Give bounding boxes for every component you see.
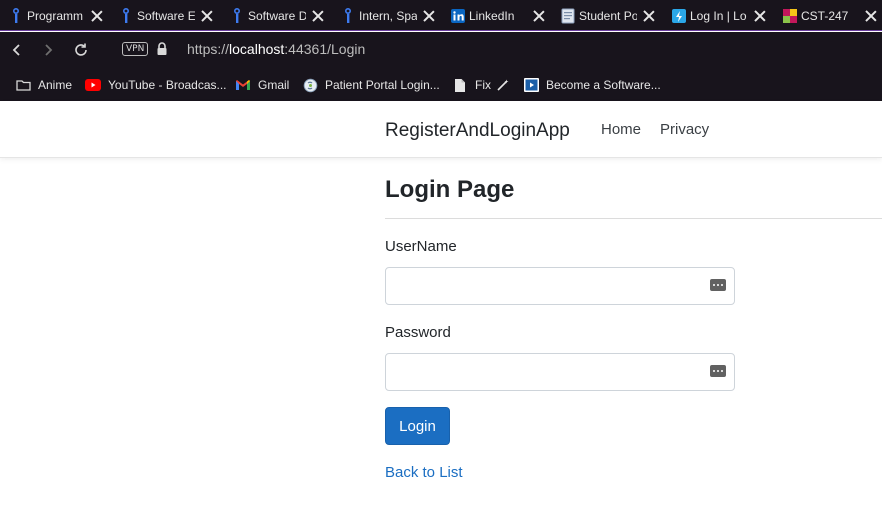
info-i-icon	[119, 7, 133, 24]
brand-link[interactable]: RegisterAndLoginApp	[385, 120, 570, 142]
info-i-icon	[341, 7, 355, 24]
close-icon[interactable]	[201, 10, 213, 22]
back-to-list-link[interactable]: Back to List	[385, 464, 463, 481]
forward-button[interactable]	[38, 40, 58, 60]
back-button[interactable]	[7, 40, 27, 60]
youtube-icon	[85, 78, 101, 92]
password-manager-icon[interactable]	[710, 279, 726, 291]
folder-icon	[15, 78, 31, 92]
bookmark-fix[interactable]: Fix	[452, 76, 509, 94]
password-label: Password	[385, 324, 451, 341]
tab-strip: Programm Software E Software D Intern, S…	[0, 0, 882, 31]
gmail-icon	[235, 78, 251, 92]
login-button[interactable]: Login	[385, 407, 450, 445]
site-navbar: RegisterAndLoginApp Home Privacy	[0, 101, 882, 158]
close-icon[interactable]	[423, 10, 435, 22]
reload-icon	[75, 43, 87, 56]
wand-icon	[497, 79, 509, 91]
close-icon[interactable]	[643, 10, 655, 22]
reload-button[interactable]	[71, 40, 91, 60]
lightning-icon	[672, 8, 686, 24]
close-icon[interactable]	[754, 10, 766, 22]
info-i-icon	[230, 7, 244, 24]
tab-linkedin[interactable]: LinkedIn	[451, 0, 545, 31]
tab-software-d[interactable]: Software D	[230, 0, 324, 31]
close-icon[interactable]	[865, 10, 877, 22]
bookmark-anime[interactable]: Anime	[15, 76, 72, 94]
bookmark-gmail[interactable]: Gmail	[235, 76, 289, 94]
username-label: UserName	[385, 238, 457, 255]
bookmark-youtube[interactable]: YouTube - Broadcas...	[85, 76, 227, 94]
tab-student-portal[interactable]: Student Po	[561, 0, 655, 31]
address-bar: VPN https://localhost:44361/Login	[0, 32, 882, 68]
close-icon[interactable]	[533, 10, 545, 22]
bookmark-become-software[interactable]: Become a Software...	[523, 76, 661, 94]
url-field[interactable]: https://localhost:44361/Login	[187, 41, 365, 57]
lock-icon[interactable]	[155, 41, 169, 57]
play-box-icon	[523, 78, 539, 92]
tab-cst-247[interactable]: CST-247	[783, 0, 877, 31]
document-icon	[561, 8, 575, 24]
grid-logo-icon	[783, 8, 797, 24]
tab-software-e[interactable]: Software E	[119, 0, 213, 31]
password-manager-icon[interactable]	[710, 365, 726, 377]
chevron-right-icon	[45, 44, 53, 56]
vpn-badge[interactable]: VPN	[122, 42, 149, 56]
tab-programming[interactable]: Programm	[9, 0, 103, 31]
close-icon[interactable]	[91, 10, 103, 22]
bookmark-patient-portal[interactable]: Patient Portal Login...	[302, 76, 440, 94]
chevron-left-icon	[12, 44, 20, 56]
tab-log-in[interactable]: Log In | Lo	[672, 0, 766, 31]
close-icon[interactable]	[312, 10, 324, 22]
file-icon	[452, 78, 468, 92]
linkedin-icon	[451, 8, 465, 24]
nav-home-link[interactable]: Home	[601, 121, 641, 138]
password-input[interactable]	[385, 353, 735, 391]
nav-privacy-link[interactable]: Privacy	[660, 121, 709, 138]
divider	[385, 218, 882, 219]
username-input[interactable]	[385, 267, 735, 305]
page-title: Login Page	[385, 176, 515, 203]
bookmarks-bar: Anime YouTube - Broadcas... Gmail Patien…	[0, 68, 882, 101]
info-i-icon	[9, 7, 23, 24]
tab-intern[interactable]: Intern, Spa	[341, 0, 435, 31]
portal-logo-icon	[302, 78, 318, 92]
